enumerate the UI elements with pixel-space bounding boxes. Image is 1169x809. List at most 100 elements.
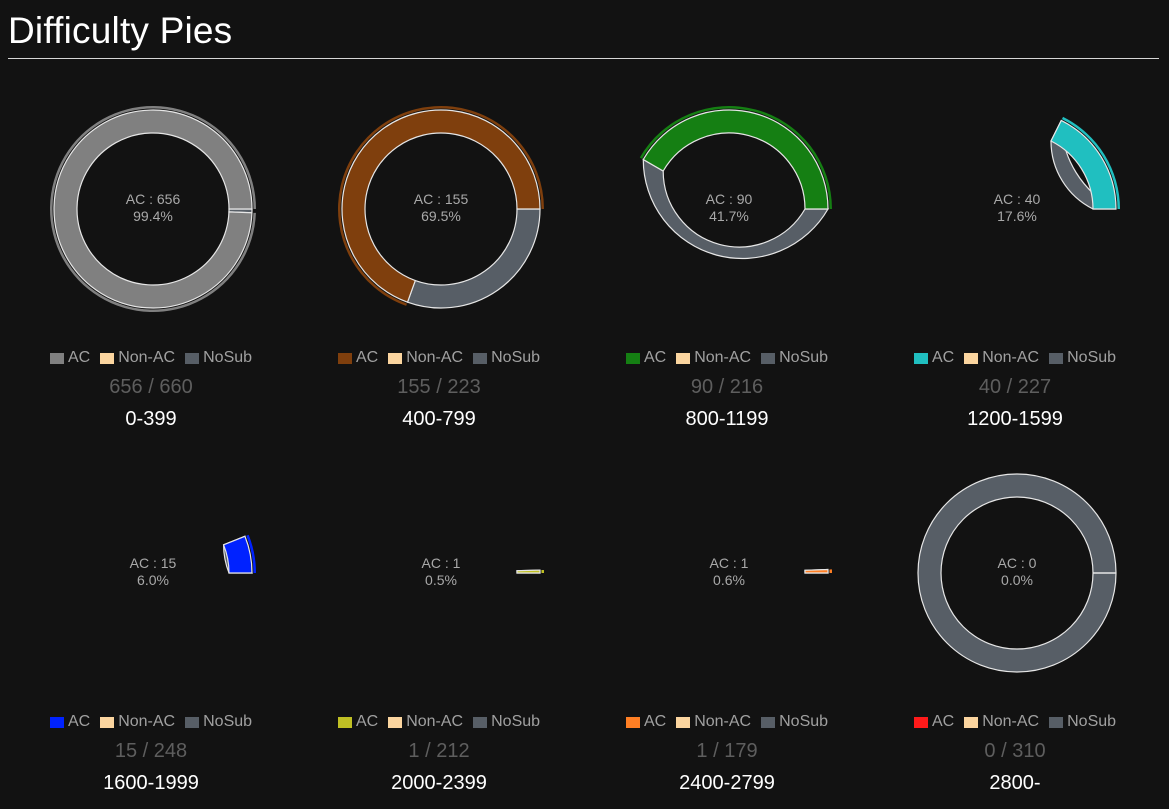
legend-swatch-ac [337, 716, 352, 728]
legend-item-nonac[interactable]: Non-AC [100, 349, 175, 367]
legend-label-nonac: Non-AC [406, 713, 464, 730]
pie-legend: AC Non-AC NoSub [295, 349, 583, 367]
legend-label-nosub: NoSub [491, 349, 541, 366]
ac-count-label: AC : 15 [130, 555, 177, 571]
solved-count: 656 / 660 [109, 376, 193, 398]
legend-swatch-nonac [388, 352, 403, 364]
pie-card: AC : 0 0.0% AC Non-AC NoSub 0 / 310 2800- [871, 456, 1159, 796]
legend-swatch-nonac [676, 716, 691, 728]
legend-item-nosub[interactable]: NoSub [761, 349, 828, 367]
difficulty-range-label: 800-1199 [685, 408, 769, 430]
legend-swatch-ac [913, 352, 928, 364]
legend-label-ac: AC [67, 349, 91, 366]
ac-slice[interactable] [516, 569, 541, 574]
ac-count-label: AC : 90 [706, 191, 753, 207]
ac-percent-label: 6.0% [137, 572, 169, 588]
legend-label-nonac: Non-AC [118, 713, 176, 730]
difficulty-range-label: 1600-1999 [103, 772, 199, 794]
legend-item-ac[interactable]: AC [337, 349, 379, 367]
legend-label-ac: AC [355, 349, 379, 366]
legend-item-ac[interactable]: AC [913, 713, 954, 731]
legend-swatch-ac [913, 716, 928, 728]
legend-swatch-ac [625, 716, 640, 728]
legend-label-ac: AC [643, 713, 667, 730]
legend-label-ac: AC [643, 349, 667, 366]
legend-item-ac[interactable]: AC [49, 713, 90, 731]
legend-item-ac[interactable]: AC [625, 713, 667, 731]
legend-label-nosub: NoSub [1067, 713, 1117, 730]
pie-card: AC : 155 69.5% AC Non-AC NoSub 155 / 223 400-7… [295, 92, 583, 432]
donut-chart: AC : 156.0% [130, 534, 256, 588]
difficulty-range-label: 1200-1599 [967, 408, 1063, 430]
donut-chart: AC : 4017.6% [994, 116, 1120, 224]
ac-slice[interactable] [804, 568, 829, 574]
legend-item-nonac[interactable]: Non-AC [676, 349, 751, 367]
ac-count-label: AC : 1 [422, 555, 461, 571]
legend-item-ac[interactable]: AC [913, 349, 955, 367]
pie-card: AC : 15 6.0% AC Non-AC NoSub 15 / 248 1600-199… [7, 456, 295, 796]
solved-count: 1 / 212 [408, 740, 470, 762]
legend-item-nonac[interactable]: Non-AC [964, 713, 1039, 731]
solved-count: 1 / 179 [696, 740, 758, 762]
difficulty-range-label: 2800- [989, 772, 1041, 794]
legend-label-nosub: NoSub [203, 713, 253, 730]
ac-percent-label: 69.5% [421, 208, 461, 224]
legend-label-nonac: Non-AC [406, 349, 464, 366]
legend-swatch-nosub [185, 716, 200, 728]
legend-swatch-ac [49, 716, 64, 728]
legend-swatch-nonac [964, 352, 979, 364]
legend-item-nosub[interactable]: NoSub [185, 713, 252, 731]
legend-swatch-nonac [964, 716, 979, 728]
pie-card: AC : 1 0.5% AC Non-AC NoSub 1 / 212 2000-2399 [295, 456, 583, 796]
legend-item-nosub[interactable]: NoSub [1049, 713, 1116, 731]
pie-legend: AC Non-AC NoSub [583, 349, 871, 367]
ac-highlight-arc [541, 569, 544, 573]
difficulty-range-label: 2000-2399 [391, 772, 487, 794]
pie-legend: AC Non-AC NoSub [7, 713, 295, 731]
ac-percent-label: 0.5% [425, 572, 457, 588]
pie-card: AC : 40 17.6% AC Non-AC NoSub 40 / 227 1200-15… [871, 92, 1159, 432]
title-divider [8, 58, 1159, 59]
page-header: Difficulty Pies [8, 0, 1159, 59]
ac-count-label: AC : 40 [994, 191, 1041, 207]
legend-label-nonac: Non-AC [982, 713, 1040, 730]
legend-swatch-nosub [185, 352, 200, 364]
pie-legend: AC Non-AC NoSub [583, 713, 871, 731]
solved-count: 15 / 248 [114, 740, 188, 762]
legend-item-nonac[interactable]: Non-AC [676, 713, 751, 731]
legend-item-nosub[interactable]: NoSub [1049, 349, 1116, 367]
legend-item-ac[interactable]: AC [337, 713, 379, 731]
legend-item-nonac[interactable]: Non-AC [964, 349, 1039, 367]
legend-item-nosub[interactable]: NoSub [473, 713, 540, 731]
legend-label-ac: AC [931, 349, 955, 366]
legend-swatch-ac [49, 352, 64, 364]
legend-item-nosub[interactable]: NoSub [473, 349, 540, 367]
legend-swatch-nonac [676, 352, 691, 364]
legend-label-ac: AC [355, 713, 379, 730]
ac-count-label: AC : 656 [126, 191, 181, 207]
ac-percent-label: 99.4% [133, 208, 173, 224]
legend-item-nonac[interactable]: Non-AC [388, 349, 463, 367]
legend-item-nosub[interactable]: NoSub [761, 713, 828, 731]
legend-swatch-nonac [100, 716, 115, 728]
legend-item-ac[interactable]: AC [49, 349, 91, 367]
legend-item-nosub[interactable]: NoSub [185, 349, 252, 367]
ac-percent-label: 0.0% [1001, 572, 1033, 588]
legend-item-ac[interactable]: AC [625, 349, 667, 367]
legend-label-nosub: NoSub [491, 713, 541, 730]
legend-item-nonac[interactable]: Non-AC [388, 713, 463, 731]
legend-swatch-nosub [473, 716, 488, 728]
ac-count-label: AC : 155 [414, 191, 469, 207]
ac-percent-label: 0.6% [713, 572, 745, 588]
legend-label-nonac: Non-AC [694, 713, 752, 730]
pie-legend: AC Non-AC NoSub [295, 713, 583, 731]
legend-item-nonac[interactable]: Non-AC [100, 713, 175, 731]
legend-swatch-nosub [761, 716, 776, 728]
donut-chart: AC : 10.6% [710, 555, 832, 588]
legend-swatch-nosub [473, 352, 488, 364]
solved-count: 40 / 227 [978, 376, 1052, 398]
pie-card: AC : 656 99.4% AC Non-AC NoSub 656 / 660 0-399 [7, 92, 295, 432]
donut-chart: AC : 15569.5% [338, 106, 544, 309]
solved-count: 0 / 310 [984, 740, 1046, 762]
legend-swatch-ac [625, 352, 640, 364]
